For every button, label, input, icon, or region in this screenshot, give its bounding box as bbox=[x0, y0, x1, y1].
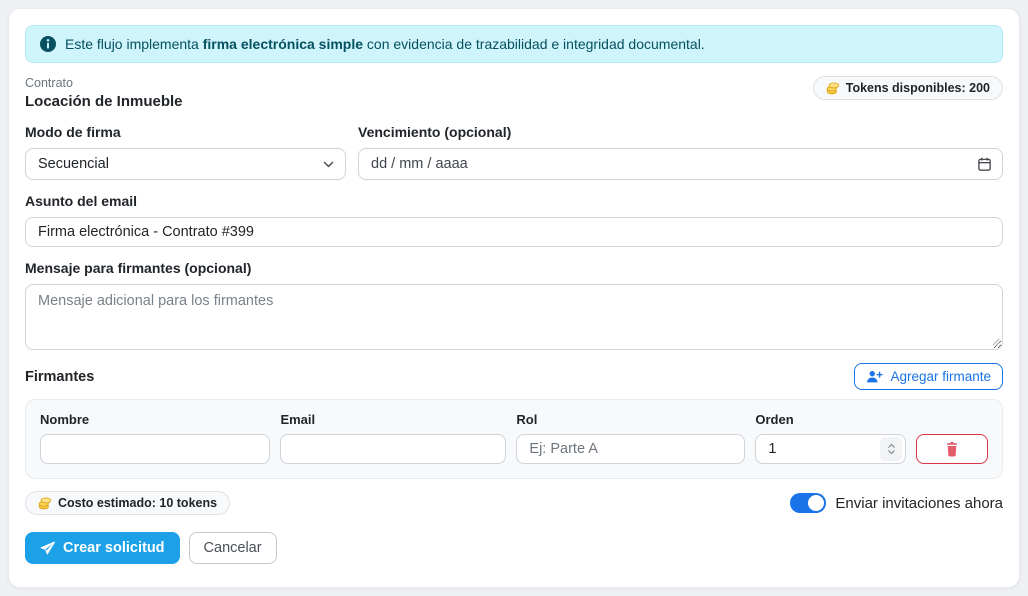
info-icon bbox=[40, 36, 56, 52]
estimated-cost-badge: Costo estimado: 10 tokens bbox=[25, 491, 230, 515]
cost-invitations-row: Costo estimado: 10 tokens Enviar invitac… bbox=[25, 491, 1003, 515]
subject-group: Asunto del email bbox=[25, 193, 1003, 247]
signers-title: Firmantes bbox=[25, 369, 94, 385]
signature-request-form-card: Este flujo implementa firma electrónica … bbox=[8, 8, 1020, 588]
signing-mode-select[interactable]: Secuencial bbox=[25, 148, 346, 180]
info-banner: Este flujo implementa firma electrónica … bbox=[25, 25, 1003, 63]
form-actions: Crear solicitud Cancelar bbox=[25, 532, 1003, 564]
signers-column-headers: Nombre Email Rol Orden bbox=[40, 412, 988, 427]
subject-label: Asunto del email bbox=[25, 193, 1003, 209]
send-invitations-group: Enviar invitaciones ahora bbox=[790, 493, 1003, 513]
estimated-cost-text: Costo estimado: 10 tokens bbox=[58, 496, 217, 510]
send-invitations-label: Enviar invitaciones ahora bbox=[835, 495, 1003, 512]
column-header-rol: Rol bbox=[516, 412, 745, 427]
signer-role-input[interactable] bbox=[516, 434, 745, 464]
signer-name-input[interactable] bbox=[40, 434, 270, 464]
mode-expiration-row: Modo de firma Secuencial Vencimiento (op… bbox=[25, 124, 1003, 180]
coin-stack-icon bbox=[38, 496, 52, 510]
delete-signer-button[interactable] bbox=[916, 434, 988, 464]
signer-order-field bbox=[755, 434, 906, 464]
message-group: Mensaje para firmantes (opcional) bbox=[25, 260, 1003, 350]
column-header-email: Email bbox=[280, 412, 506, 427]
tokens-available-badge: Tokens disponibles: 200 bbox=[813, 76, 1003, 100]
add-signer-label: Agregar firmante bbox=[890, 369, 991, 384]
paper-plane-icon bbox=[40, 541, 55, 556]
document-title: Locación de Inmueble bbox=[25, 93, 183, 110]
expiration-group: Vencimiento (opcional) bbox=[358, 124, 1003, 180]
document-info: Contrato Locación de Inmueble bbox=[25, 76, 183, 110]
document-type-label: Contrato bbox=[25, 76, 183, 90]
info-banner-text: Este flujo implementa firma electrónica … bbox=[65, 36, 705, 52]
email-subject-input[interactable] bbox=[25, 217, 1003, 247]
message-label: Mensaje para firmantes (opcional) bbox=[25, 260, 1003, 276]
create-request-button[interactable]: Crear solicitud bbox=[25, 532, 180, 564]
coin-stack-icon bbox=[826, 81, 840, 95]
expiration-label: Vencimiento (opcional) bbox=[358, 124, 1003, 140]
signers-message-textarea[interactable] bbox=[25, 284, 1003, 350]
signing-mode-label: Modo de firma bbox=[25, 124, 346, 140]
create-request-label: Crear solicitud bbox=[63, 540, 165, 556]
signers-panel: Nombre Email Rol Orden bbox=[25, 399, 1003, 479]
add-signer-button[interactable]: Agregar firmante bbox=[854, 363, 1003, 390]
cancel-button[interactable]: Cancelar bbox=[189, 532, 277, 564]
column-header-orden: Orden bbox=[755, 412, 906, 427]
person-plus-icon bbox=[866, 369, 883, 384]
document-header: Contrato Locación de Inmueble Tokens dis… bbox=[25, 76, 1003, 110]
send-invitations-toggle[interactable] bbox=[790, 493, 826, 513]
signing-mode-group: Modo de firma Secuencial bbox=[25, 124, 346, 180]
signers-header: Firmantes Agregar firmante bbox=[25, 363, 1003, 390]
tokens-available-text: Tokens disponibles: 200 bbox=[846, 81, 990, 95]
number-stepper[interactable] bbox=[880, 437, 902, 461]
column-header-nombre: Nombre bbox=[40, 412, 270, 427]
signer-row bbox=[40, 434, 988, 464]
calendar-icon[interactable] bbox=[977, 157, 992, 172]
trash-icon bbox=[945, 442, 959, 457]
expiration-date-input[interactable] bbox=[358, 148, 1003, 180]
signer-email-input[interactable] bbox=[280, 434, 506, 464]
